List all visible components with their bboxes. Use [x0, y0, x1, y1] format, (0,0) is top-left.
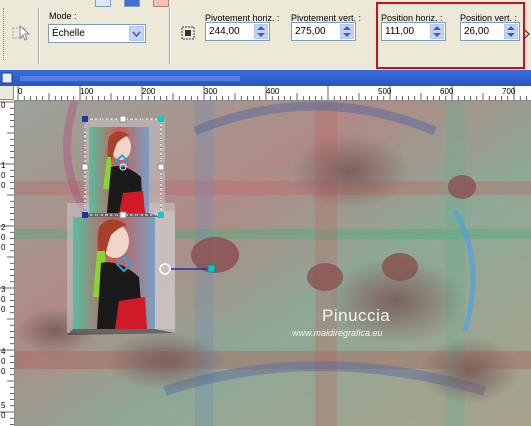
ruler-tick-label: 1: [1, 161, 6, 170]
canvas-artwork: [15, 101, 531, 426]
toolbar-icon[interactable]: [153, 0, 169, 7]
ruler-tick-label: 4: [1, 347, 6, 356]
chevron-down-icon[interactable]: [129, 26, 144, 41]
ruler-horizontal[interactable]: 0 100 200 300 400 500 600 700: [14, 86, 531, 101]
ruler-tick-label: 200: [142, 87, 156, 96]
ruler-tick-label: 300: [204, 87, 218, 96]
spin-arrows-icon[interactable]: [340, 24, 354, 39]
ruler-tick-label: 0: [1, 357, 6, 366]
tube-image-original[interactable]: [67, 203, 175, 335]
toolbar-icon[interactable]: [95, 0, 111, 7]
toolbar-separator: [38, 8, 40, 64]
ruler-tick-label: 400: [266, 87, 280, 96]
ruler-tick-label: 0: [18, 87, 23, 96]
highlight-box: [376, 2, 525, 69]
toolbar-separator: [169, 8, 171, 64]
tool-options-toolbar: Mode : Échelle Pivotement horiz. : 244,0…: [0, 0, 531, 71]
ruler-tick-label: 0: [1, 101, 6, 110]
pin-pivot-icon[interactable]: [180, 25, 196, 41]
image-window-titlebar[interactable]: [0, 70, 531, 86]
ruler-tick-label: 0: [1, 295, 6, 304]
mode-label: Mode :: [49, 11, 77, 21]
spin-arrows-icon[interactable]: [254, 24, 268, 39]
toolbar-icon-active[interactable]: [124, 0, 140, 7]
ruler-tick-label: 0: [1, 171, 6, 180]
ruler-tick-label: 0: [1, 181, 6, 190]
watermark-url: www.maidiregrafica.eu: [292, 328, 383, 338]
ruler-tick-label: 2: [1, 223, 6, 232]
ruler-tick-label: 5: [1, 401, 6, 410]
tube-image-selected[interactable]: [85, 119, 165, 217]
ruler-tick-label: 0: [1, 367, 6, 376]
ruler-tick-label: 500: [378, 87, 392, 96]
pivot-v-input[interactable]: 275,00: [291, 22, 356, 41]
toolbar-grip[interactable]: [3, 8, 6, 60]
ruler-tick-label: 600: [440, 87, 454, 96]
pivot-v-value: 275,00: [295, 26, 326, 37]
watermark-name: Pinuccia: [322, 306, 391, 325]
ruler-tick-label: 0: [1, 243, 6, 252]
pick-tool-icon[interactable]: [10, 22, 32, 44]
mode-select[interactable]: Échelle: [48, 24, 146, 43]
ruler-tick-label: 3: [1, 285, 6, 294]
pivot-h-input[interactable]: 244,00: [205, 22, 270, 41]
pivot-h-value: 244,00: [209, 26, 240, 37]
image-canvas[interactable]: Pinuccia www.maidiregrafica.eu: [15, 101, 531, 426]
ruler-corner: [0, 86, 14, 100]
mode-select-value: Échelle: [52, 28, 85, 39]
ruler-tick-label: 0: [1, 411, 6, 420]
ruler-tick-label: 700: [502, 87, 516, 96]
ruler-tick-label: 0: [1, 305, 6, 314]
top-toolbar-strip: [95, 0, 205, 7]
ruler-vertical[interactable]: 0 1 0 0 2 0 0 3 0 0 4 0 0 5 0: [0, 100, 15, 426]
ruler-tick-label: 100: [80, 87, 94, 96]
toolbar-overflow-icon[interactable]: [523, 22, 531, 46]
ruler-tick-label: 0: [1, 233, 6, 242]
